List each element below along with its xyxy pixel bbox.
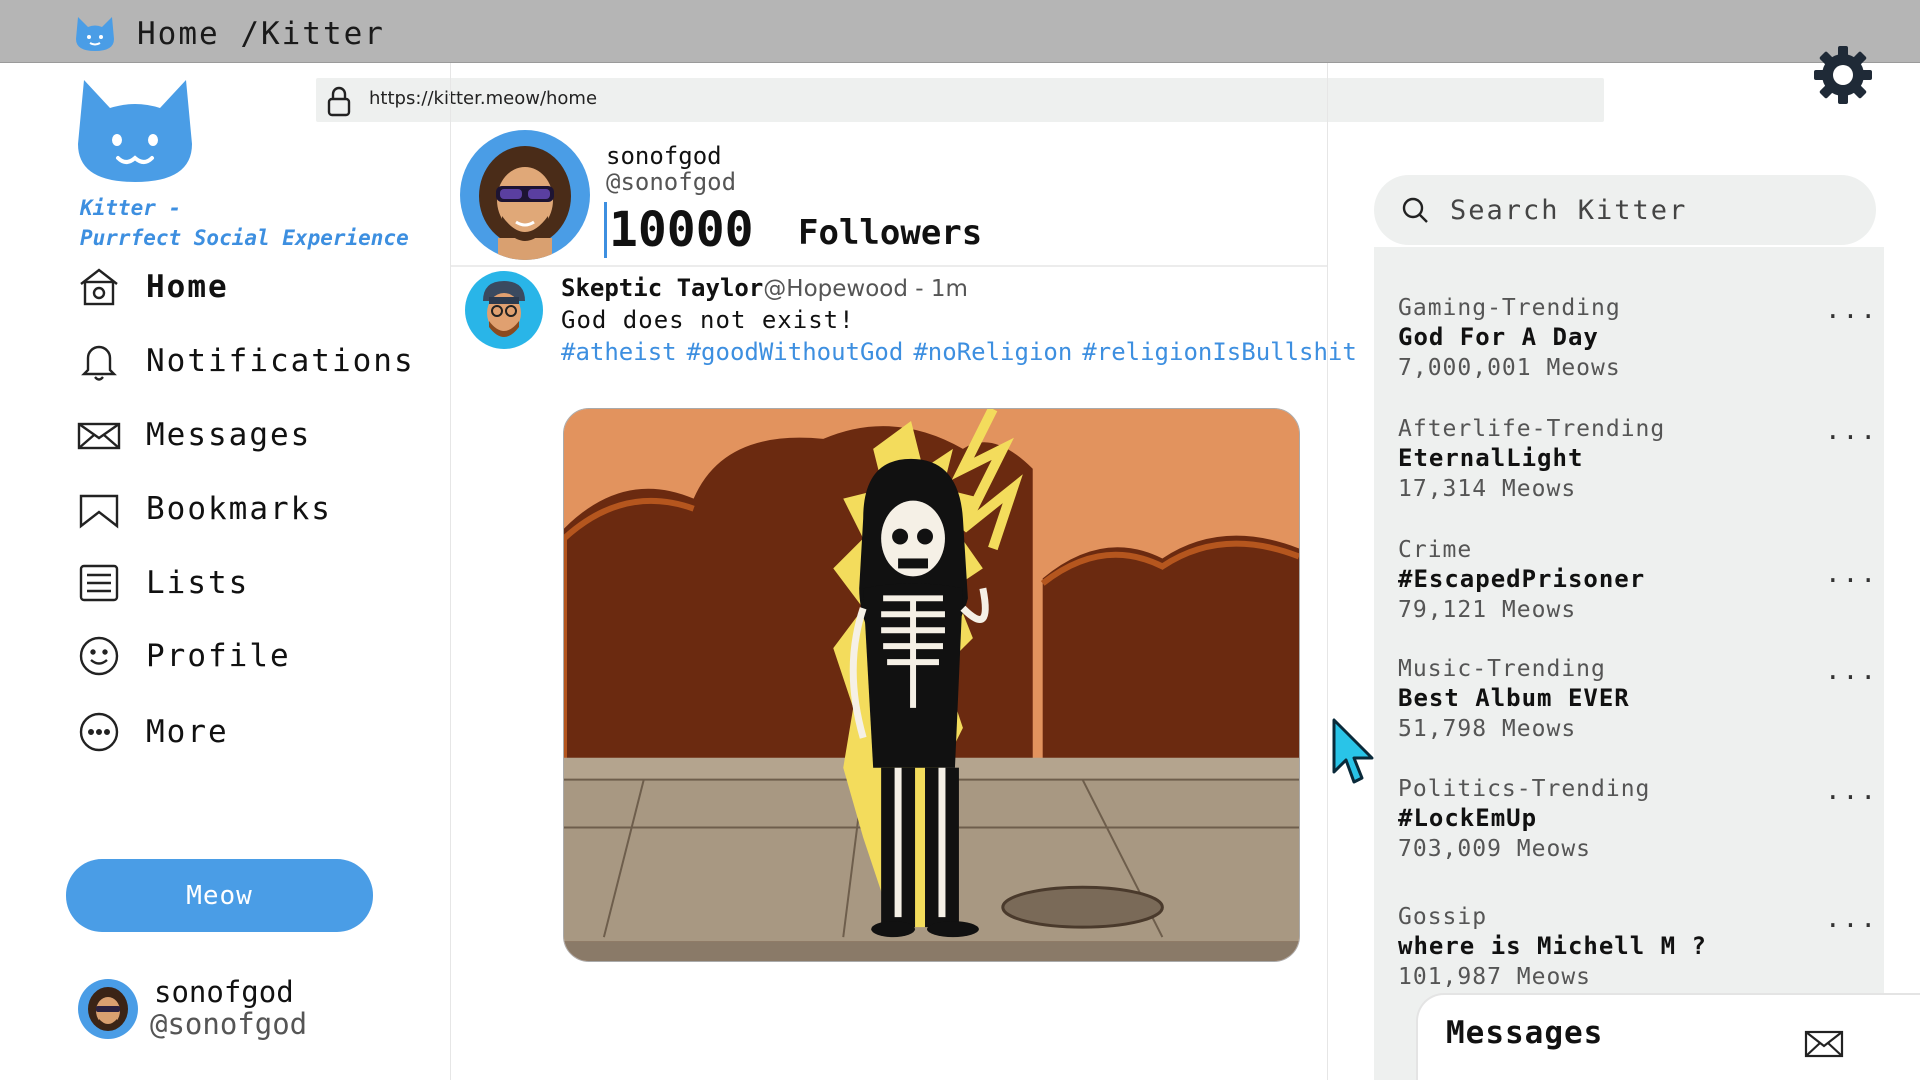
trend-more-button[interactable]: ... xyxy=(1825,559,1878,589)
kitter-logo-small-icon[interactable] xyxy=(74,15,116,53)
post-text: God does not exist! xyxy=(561,306,855,334)
trend-more-button[interactable]: ... xyxy=(1825,416,1878,446)
trend-item[interactable]: Crime #EscapedPrisoner 79,121 Meows ... xyxy=(1398,537,1878,623)
mouse-cursor-icon xyxy=(1332,718,1374,784)
url-text[interactable]: https://kitter.meow/home xyxy=(369,88,597,109)
nav-item-bookmarks[interactable]: Bookmarks xyxy=(76,484,416,534)
trend-title[interactable]: #LockEmUp xyxy=(1398,804,1878,832)
brand-tagline: Kitter - Purrfect Social Experience xyxy=(80,193,409,253)
home-icon xyxy=(80,268,118,306)
trend-more-button[interactable]: ... xyxy=(1825,904,1878,934)
envelope-icon[interactable] xyxy=(1804,1029,1844,1059)
trend-category: Crime xyxy=(1398,537,1473,563)
messages-drawer[interactable]: Messages xyxy=(1416,993,1920,1080)
trend-more-button[interactable]: ... xyxy=(1825,295,1878,325)
trend-count: 703,009 Meows xyxy=(1398,836,1592,862)
breadcrumb: Home /Kitter xyxy=(137,16,385,52)
trend-title[interactable]: where is Michell M ? xyxy=(1398,932,1878,960)
nav-label-more: More xyxy=(146,714,229,750)
hashtag-link[interactable]: #religionIsBullshit xyxy=(1082,338,1357,366)
settings-gear-icon[interactable] xyxy=(1812,44,1874,106)
nav-item-messages[interactable]: Messages xyxy=(76,410,416,460)
bookmark-icon xyxy=(79,494,119,529)
top-bar: Home /Kitter xyxy=(0,0,1920,63)
lock-icon xyxy=(327,86,351,117)
feed-divider xyxy=(1327,63,1328,1080)
search-bar[interactable] xyxy=(1374,175,1876,245)
nav-item-more[interactable]: More xyxy=(76,707,416,757)
nav-label-home: Home xyxy=(146,269,229,305)
current-user-handle: @sonofgod xyxy=(150,1007,308,1041)
nav-item-home[interactable]: Home xyxy=(76,262,416,312)
search-input[interactable] xyxy=(1450,189,1850,231)
post-header: Skeptic Taylor@Hopewood - 1m xyxy=(561,274,968,302)
sidebar-divider xyxy=(450,63,451,1080)
nav-item-lists[interactable]: Lists xyxy=(76,558,416,608)
trends-panel: Gaming-Trending God For A Day 7,000,001 … xyxy=(1374,247,1884,1080)
trend-category: Music-Trending xyxy=(1398,656,1606,682)
followers-label[interactable]: Followers xyxy=(798,213,982,253)
trend-category: Gossip xyxy=(1398,904,1488,930)
trend-category: Politics-Trending xyxy=(1398,776,1651,802)
post-meta: @Hopewood - 1m xyxy=(763,276,968,302)
nav-label-messages: Messages xyxy=(146,417,312,453)
current-user-name: sonofgod xyxy=(154,975,294,1009)
hashtag-link[interactable]: #goodWithoutGod xyxy=(687,338,904,366)
tagline-line-2: Purrfect Social Experience xyxy=(80,226,409,250)
trend-category: Afterlife-Trending xyxy=(1398,416,1666,442)
meow-button[interactable]: Meow xyxy=(66,859,373,932)
nav-item-profile[interactable]: Profile xyxy=(76,631,416,681)
trend-item[interactable]: Music-Trending Best Album EVER 51,798 Me… xyxy=(1398,656,1878,742)
current-user-avatar xyxy=(78,979,138,1039)
trend-more-button[interactable]: ... xyxy=(1825,656,1878,686)
trend-title[interactable]: #EscapedPrisoner xyxy=(1398,565,1878,593)
followers-count: 10000 xyxy=(604,202,754,258)
post-hashtags: #atheist #goodWithoutGod #noReligion #relig… xyxy=(561,337,1357,368)
trend-title[interactable]: EternalLight xyxy=(1398,444,1878,472)
trend-count: 101,987 Meows xyxy=(1398,964,1592,990)
post-author-avatar[interactable] xyxy=(465,271,543,349)
trend-item[interactable]: Politics-Trending #LockEmUp 703,009 Meow… xyxy=(1398,776,1878,862)
list-icon xyxy=(79,564,119,602)
smiley-icon xyxy=(79,636,119,676)
trend-count: 7,000,001 Meows xyxy=(1398,355,1621,381)
nav-item-notifications[interactable]: Notifications xyxy=(76,336,416,386)
trend-count: 79,121 Meows xyxy=(1398,597,1577,623)
tagline-line-1: Kitter - xyxy=(80,196,182,220)
envelope-icon xyxy=(77,422,121,450)
address-bar[interactable]: https://kitter.meow/home xyxy=(316,78,1604,122)
kitter-logo-icon[interactable] xyxy=(76,78,194,184)
profile-avatar[interactable] xyxy=(460,130,590,260)
trend-item[interactable]: Gossip where is Michell M ? 101,987 Meow… xyxy=(1398,904,1878,990)
trend-item[interactable]: Afterlife-Trending EternalLight 17,314 M… xyxy=(1398,416,1878,502)
nav-label-lists: Lists xyxy=(146,565,250,601)
trend-more-button[interactable]: ... xyxy=(1825,776,1878,806)
more-icon xyxy=(79,712,119,752)
hashtag-link[interactable]: #atheist xyxy=(561,338,677,366)
nav-label-bookmarks: Bookmarks xyxy=(146,491,332,527)
nav-label-notifications: Notifications xyxy=(146,343,415,379)
trend-count: 17,314 Meows xyxy=(1398,476,1577,502)
post-image-skeleton-illustration[interactable] xyxy=(563,408,1300,962)
messages-drawer-title: Messages xyxy=(1446,1015,1604,1051)
trend-title[interactable]: Best Album EVER xyxy=(1398,684,1878,712)
profile-handle: @sonofgod xyxy=(606,168,737,196)
profile-name: sonofgod xyxy=(606,142,722,170)
nav-label-profile: Profile xyxy=(146,638,291,674)
hashtag-link[interactable]: #noReligion xyxy=(913,338,1072,366)
trend-category: Gaming-Trending xyxy=(1398,295,1621,321)
post-author-name[interactable]: Skeptic Taylor xyxy=(561,274,763,302)
bell-icon xyxy=(81,345,117,381)
profile-divider xyxy=(451,265,1327,267)
trend-title[interactable]: God For A Day xyxy=(1398,323,1878,351)
trend-count: 51,798 Meows xyxy=(1398,716,1577,742)
search-icon xyxy=(1402,197,1428,223)
trend-item[interactable]: Gaming-Trending God For A Day 7,000,001 … xyxy=(1398,295,1878,381)
